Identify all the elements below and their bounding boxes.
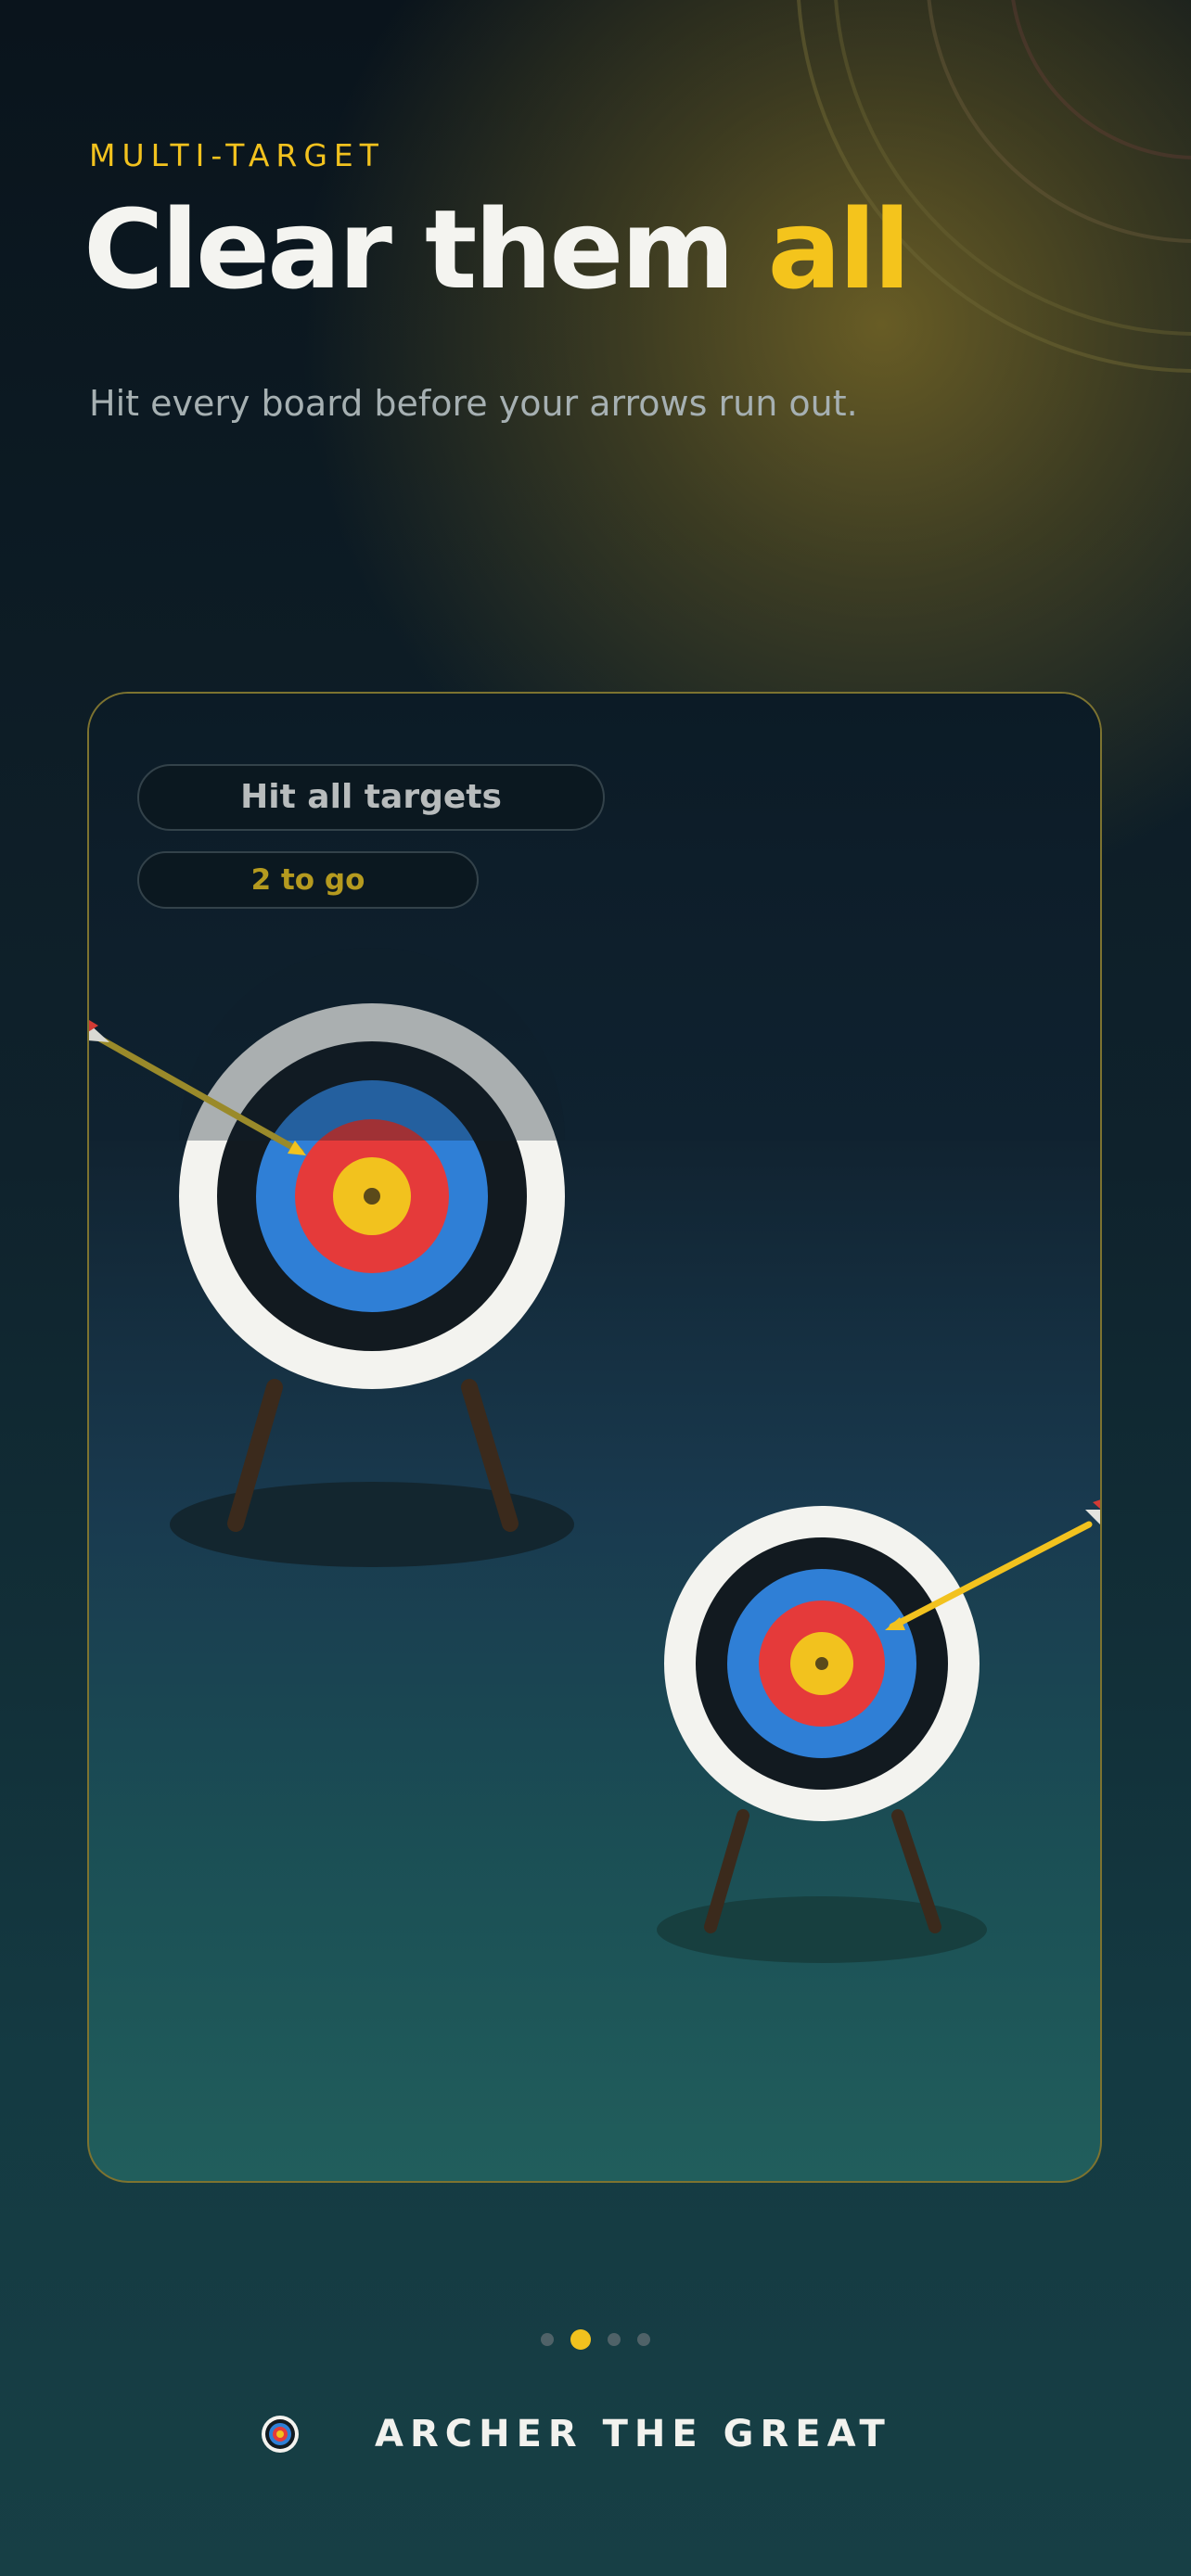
- page-dot-1[interactable]: [541, 2333, 554, 2346]
- targets-remaining-badge: 2 to go: [137, 851, 479, 909]
- objective-badge: Hit all targets: [137, 764, 605, 831]
- decorative-rings: [797, 0, 1191, 373]
- page-indicator: [0, 2329, 1191, 2350]
- title-accent: all: [767, 185, 911, 313]
- target-scene: [89, 948, 1100, 1963]
- eyebrow-label: MULTI-TARGET: [89, 137, 385, 173]
- near-target: [170, 948, 574, 1567]
- page-dot-3[interactable]: [608, 2333, 621, 2346]
- page-dot-4[interactable]: [637, 2333, 650, 2346]
- far-target: [657, 1506, 987, 1963]
- page-title: Clear them all: [83, 185, 911, 313]
- page-subtitle: Hit every board before your arrows run o…: [89, 383, 858, 424]
- onboarding-screen: MULTI-TARGET Clear them all Hit every bo…: [0, 0, 1191, 2576]
- page-dot-2-active[interactable]: [570, 2329, 591, 2350]
- brand-name: ARCHER THE GREAT: [375, 2413, 891, 2455]
- title-main: Clear them: [83, 185, 768, 313]
- mode-preview-card: Hit all targets 2 to go: [87, 692, 1102, 2183]
- brand-footer: ARCHER THE GREAT: [260, 2411, 928, 2457]
- target-logo-icon: [262, 2416, 299, 2453]
